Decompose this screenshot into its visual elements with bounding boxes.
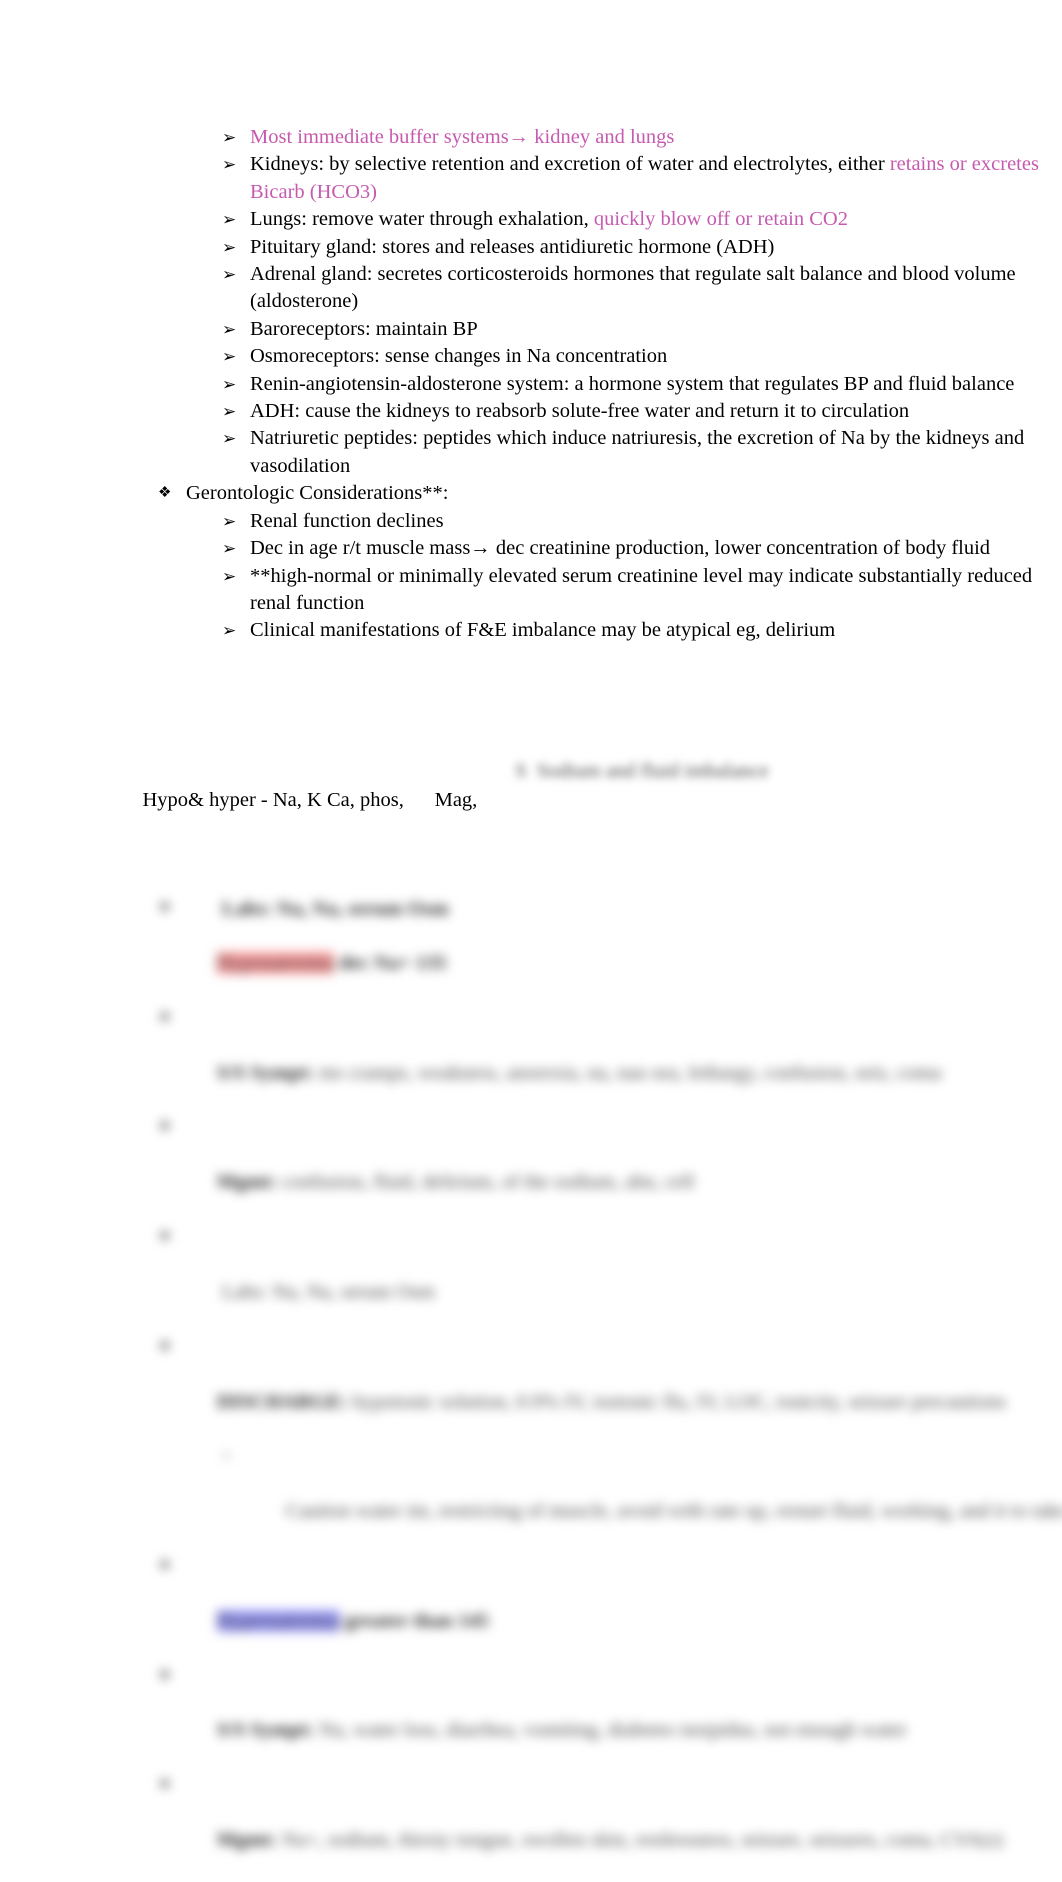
circle-bullet-icon: ○ xyxy=(222,1448,232,1465)
blurred-bold-label: S/S Sympt: xyxy=(216,1061,315,1084)
arrow-bullet-icon: ➢ xyxy=(222,539,237,559)
blurred-list-item: ❖ Mgmt: Na+, sodium, thirsty tongue, swo… xyxy=(158,1772,1062,1882)
list-item-text: Renal function declines xyxy=(250,509,444,532)
arrow-bullet-icon: ➢ xyxy=(222,155,237,175)
list-item-text: a hormone system that regulates BP and f… xyxy=(569,372,1015,395)
list-item-text: maintain BP xyxy=(370,317,478,340)
blurred-list-item: ❖ Hypernatremia greater than 145 xyxy=(158,1553,1062,1663)
arrow-bullet-icon: ➢ xyxy=(222,621,237,641)
list-item-text: sense changes in Na concentration xyxy=(379,345,668,368)
list-item: ➢ Dec in age r/t muscle mass→ dec creati… xyxy=(222,535,1062,562)
diamond-bullet-icon: ❖ xyxy=(158,900,172,917)
list-item: ➢ Adrenal gland: secretes corticosteroid… xyxy=(222,261,1062,316)
blurred-text: greater than 145 xyxy=(339,1609,489,1632)
list-item: ➢ Clinical manifestations of F&E imbalan… xyxy=(222,617,1062,644)
list-item-text: by selective retention and excretion of … xyxy=(324,153,890,176)
arrow-bullet-icon: ➢ xyxy=(222,511,237,531)
blurred-text: hypotonic solution, 0.9% IV, isotonic fl… xyxy=(347,1390,1007,1413)
blurred-content-block: dec Na+ 135 Labs: Na, Na, serum Osm ❖ Hy… xyxy=(0,786,1062,1882)
blurred-highlight-red: Hyponatremia xyxy=(216,952,335,975)
diamond-bullet-icon: ❖ xyxy=(158,1557,172,1574)
arrow-bullet-icon: ➢ xyxy=(222,429,237,449)
diamond-bullet-icon: ❖ xyxy=(158,1667,172,1684)
gerontologic-heading: ❖ Gerontologic Considerations**: xyxy=(158,480,1062,507)
list-item-text: Clinical manifestations of F&E imbalance… xyxy=(250,619,836,642)
blurred-bold-label: Mgmt: xyxy=(216,1171,278,1194)
blurred-text: Caution water int, restricting of muscle… xyxy=(285,1500,1062,1523)
blurred-list-item: Labs: Na, Na, serum Osm xyxy=(158,868,1062,920)
list-item-highlight-text: quickly blow off or retain CO2 xyxy=(593,208,848,231)
list-item-label: Renin-angiotensin-aldosterone system: xyxy=(250,372,570,395)
diamond-bullet-icon: ❖ xyxy=(158,1777,172,1794)
list-item: ➢ Renal function declines xyxy=(222,508,1062,535)
arrow-bullet-icon: ➢ xyxy=(222,210,237,230)
gerontologic-heading-text: Gerontologic Considerations**: xyxy=(186,482,449,505)
blurred-text: dec Na+ 135 xyxy=(334,952,447,975)
blurred-sub-list-item: ○ Caution water int, restricting of musc… xyxy=(222,1443,1062,1553)
diamond-bullet-icon: ❖ xyxy=(158,1338,172,1355)
blurred-text: confusion, fluid, delirium, of the sodiu… xyxy=(277,1171,695,1194)
arrow-bullet-icon: ➢ xyxy=(222,402,237,422)
blurred-bold-label: S/S Sympt: xyxy=(216,1719,315,1742)
blurred-text: Labs: Na, Na, serum Osm xyxy=(216,1280,435,1303)
blurred-text: Na, water loss, diarrhea, vomiting, diab… xyxy=(314,1719,907,1742)
list-item-label: Baroreceptors: xyxy=(250,317,371,340)
list-item-label: ADH: xyxy=(250,400,301,423)
list-item: ➢ Renin-angiotensin-aldosterone system: … xyxy=(222,371,1062,398)
arrow-bullet-icon: ➢ xyxy=(222,566,237,586)
blurred-list-item: ❖ S/S Sympt: Na, water loss, diarrhea, v… xyxy=(158,1663,1062,1773)
list-item-text: cause the kidneys to reabsorb solute-fre… xyxy=(300,400,910,423)
arrow-bullet-icon: ➢ xyxy=(222,237,237,257)
blurred-list-item: ❖ DISCHARGE: hypotonic solution, 0.9% IV… xyxy=(158,1334,1062,1444)
blurred-bold-label: Mgmt: xyxy=(216,1829,278,1852)
blurred-list-item: dec Na+ 135 xyxy=(158,786,1062,868)
list-item-label: Lungs: xyxy=(250,208,307,231)
list-item-label: Kidneys: xyxy=(250,153,325,176)
diamond-bullet-icon: ❖ xyxy=(158,1009,172,1026)
list-item-text: remove water through exhalation, xyxy=(306,208,594,231)
blurred-list-item: ❖ Labs: Na, Na, serum Osm xyxy=(158,1224,1062,1334)
diamond-bullet-icon: ❖ xyxy=(158,1119,172,1136)
mechanisms-list: ➢ Most immediate buffer systems→ kidney … xyxy=(0,124,1062,645)
blurred-list-item: ❖ Hyponatremia dec Na+ 135 xyxy=(158,895,1062,1005)
list-item: ➢ Natriuretic peptides: peptides which i… xyxy=(222,425,1062,480)
blurred-text: ms cramps, weakness, anorexia, na, nau s… xyxy=(314,1061,942,1084)
list-item: ➢ Pituitary gland: stores and releases a… xyxy=(222,234,1062,261)
blurred-bold-label: DISCHARGE: xyxy=(216,1390,348,1413)
arrow-bullet-icon: ➢ xyxy=(222,265,237,285)
list-item: ➢ **high-normal or minimally elevated se… xyxy=(222,563,1062,618)
arrow-bullet-icon: ➢ xyxy=(222,374,237,394)
list-item-label: Pituitary gland: xyxy=(250,235,377,258)
diamond-bullet-icon: ❖ xyxy=(158,1229,172,1246)
list-item: ➢ Most immediate buffer systems→ kidney … xyxy=(222,124,1062,151)
electrolytes-heading-blurred-tail: S Sodium and fluid imbalance xyxy=(505,758,925,785)
list-item: ➢ Baroreceptors: maintain BP xyxy=(222,316,1062,343)
list-item-text: **high-normal or minimally elevated seru… xyxy=(250,564,1033,614)
arrow-bullet-icon: ➢ xyxy=(222,347,237,367)
list-item-label: Adrenal gland: xyxy=(250,263,373,286)
list-item-label: Osmoreceptors: xyxy=(250,345,380,368)
blurred-text: S Sodium and fluid imbalance xyxy=(505,760,769,782)
list-item: ➢ ADH: cause the kidneys to reabsorb sol… xyxy=(222,398,1062,425)
list-item: ➢ Lungs: remove water through exhalation… xyxy=(222,206,1062,233)
list-item-text: Most immediate buffer systems→ kidney an… xyxy=(250,126,675,148)
list-item-text: stores and releases antidiuretic hormone… xyxy=(376,235,775,258)
diamond-bullet-icon: ❖ xyxy=(158,485,172,502)
list-item: ➢ Kidneys: by selective retention and ex… xyxy=(222,151,1062,206)
list-item-text: Dec in age r/t muscle mass→ dec creatini… xyxy=(250,537,991,560)
document-page: ➢ Most immediate buffer systems→ kidney … xyxy=(0,0,1062,1851)
arrow-bullet-icon: ➢ xyxy=(222,128,237,147)
blurred-list-item: ❖ S/S Sympt: ms cramps, weakness, anorex… xyxy=(158,1005,1062,1115)
list-item-label: Natriuretic peptides: xyxy=(250,427,418,450)
blurred-list-item: ❖ Mgmt: confusion, fluid, delirium, of t… xyxy=(158,1114,1062,1224)
arrow-bullet-icon: ➢ xyxy=(222,319,237,339)
blurred-highlight-blue: Hypernatremia xyxy=(216,1609,340,1632)
blurred-text: Na+, sodium, thirsty tongue, swollen ski… xyxy=(277,1829,1003,1852)
list-item: ➢ Osmoreceptors: sense changes in Na con… xyxy=(222,343,1062,370)
